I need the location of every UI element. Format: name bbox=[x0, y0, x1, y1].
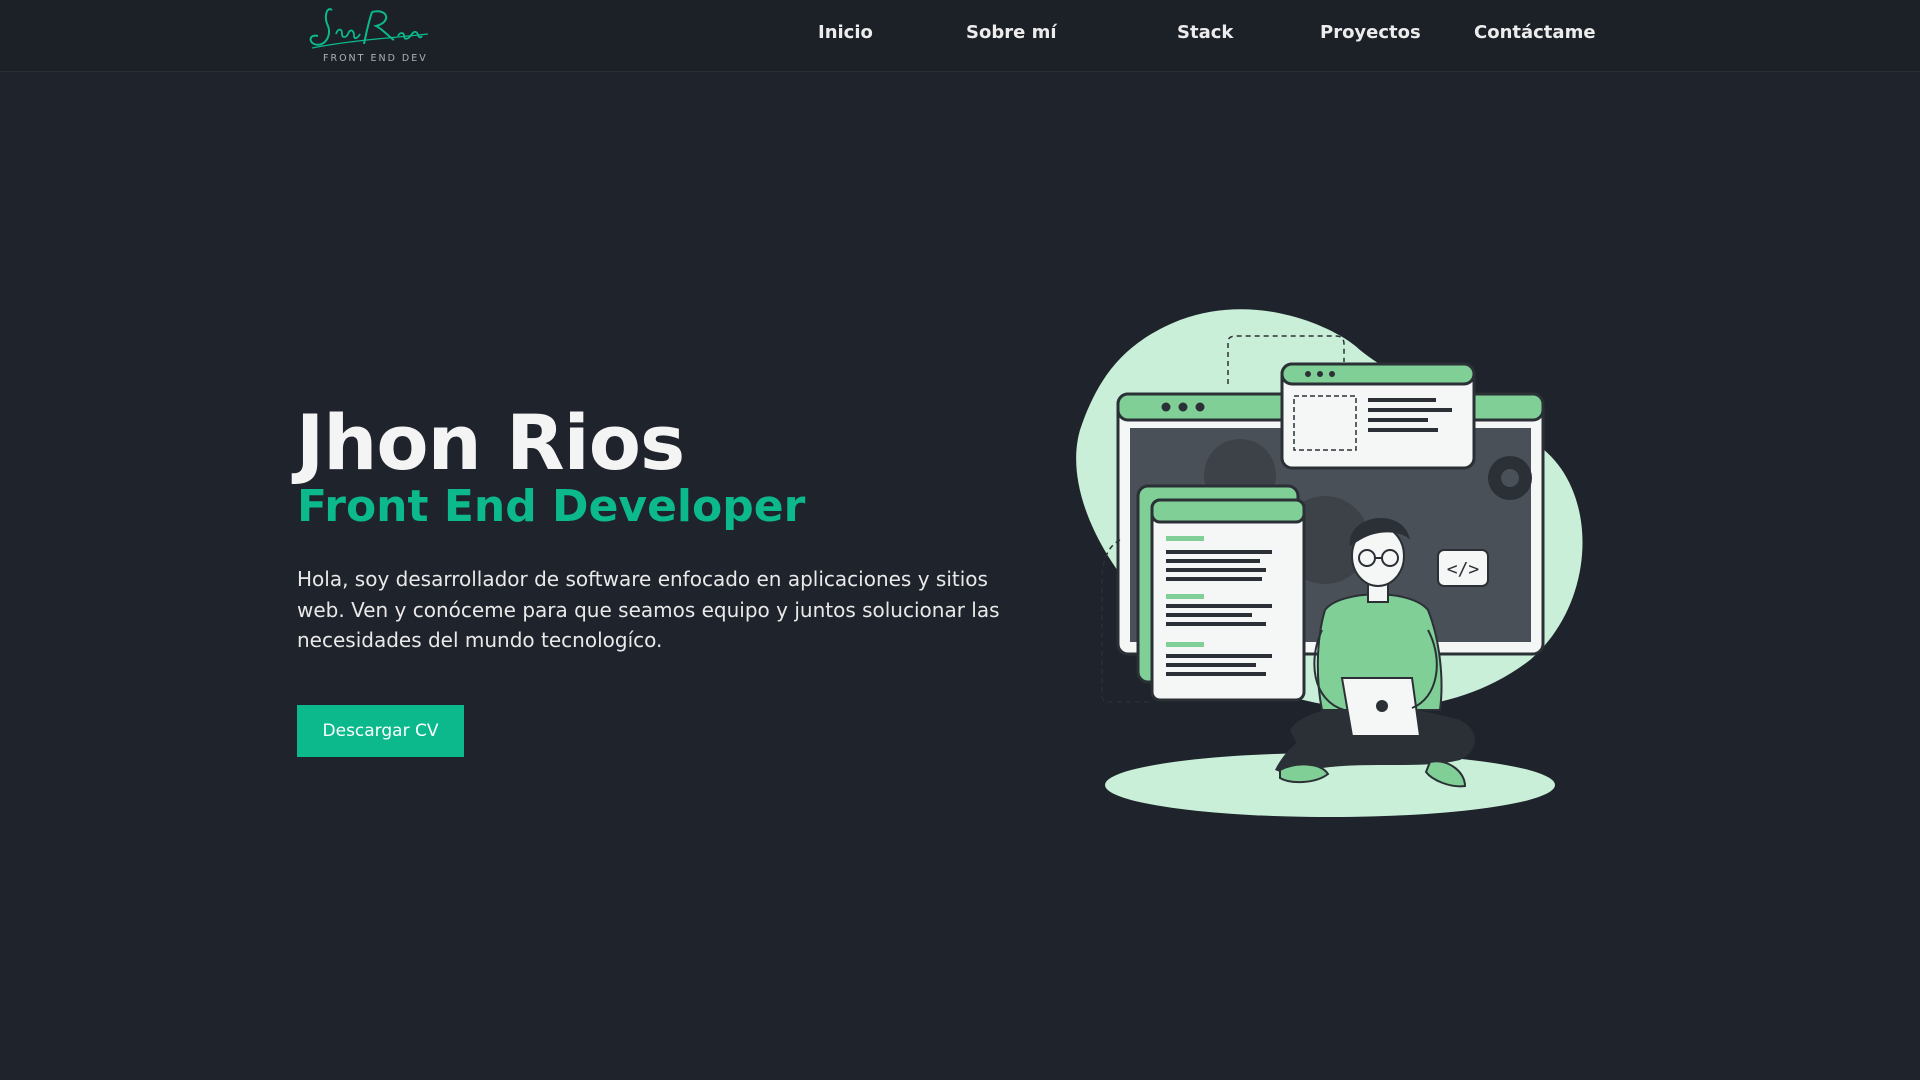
hero-name: Jhon Rios bbox=[296, 398, 685, 487]
nav-item-inicio[interactable]: Inicio bbox=[818, 22, 873, 43]
logo[interactable]: FRONT END DEV bbox=[302, 4, 432, 68]
hero-description: Hola, soy desarrollador de software enfo… bbox=[297, 567, 1000, 652]
nav-item-contactame[interactable]: Contáctame bbox=[1474, 22, 1596, 43]
nav-item-sobre-mi[interactable]: Sobre mí bbox=[966, 22, 1057, 43]
popup-window bbox=[1280, 362, 1476, 470]
navbar: FRONT END DEV Inicio Sobre mí Stack Proy… bbox=[0, 0, 1920, 72]
code-document bbox=[1136, 484, 1306, 702]
logo-subtitle: FRONT END DEV bbox=[323, 53, 428, 64]
developer-illustration: </> bbox=[1076, 309, 1583, 817]
code-tag-bubble: </> bbox=[1437, 549, 1489, 587]
code-tag-icon: </> bbox=[1447, 559, 1480, 580]
logo-signature bbox=[309, 8, 429, 49]
download-cv-button[interactable]: Descargar CV bbox=[297, 705, 464, 757]
nav-item-stack[interactable]: Stack bbox=[1177, 22, 1233, 43]
nav-item-proyectos[interactable]: Proyectos bbox=[1320, 22, 1421, 43]
gear-icon bbox=[1488, 456, 1532, 500]
hero-role: Front End Developer bbox=[297, 481, 806, 532]
